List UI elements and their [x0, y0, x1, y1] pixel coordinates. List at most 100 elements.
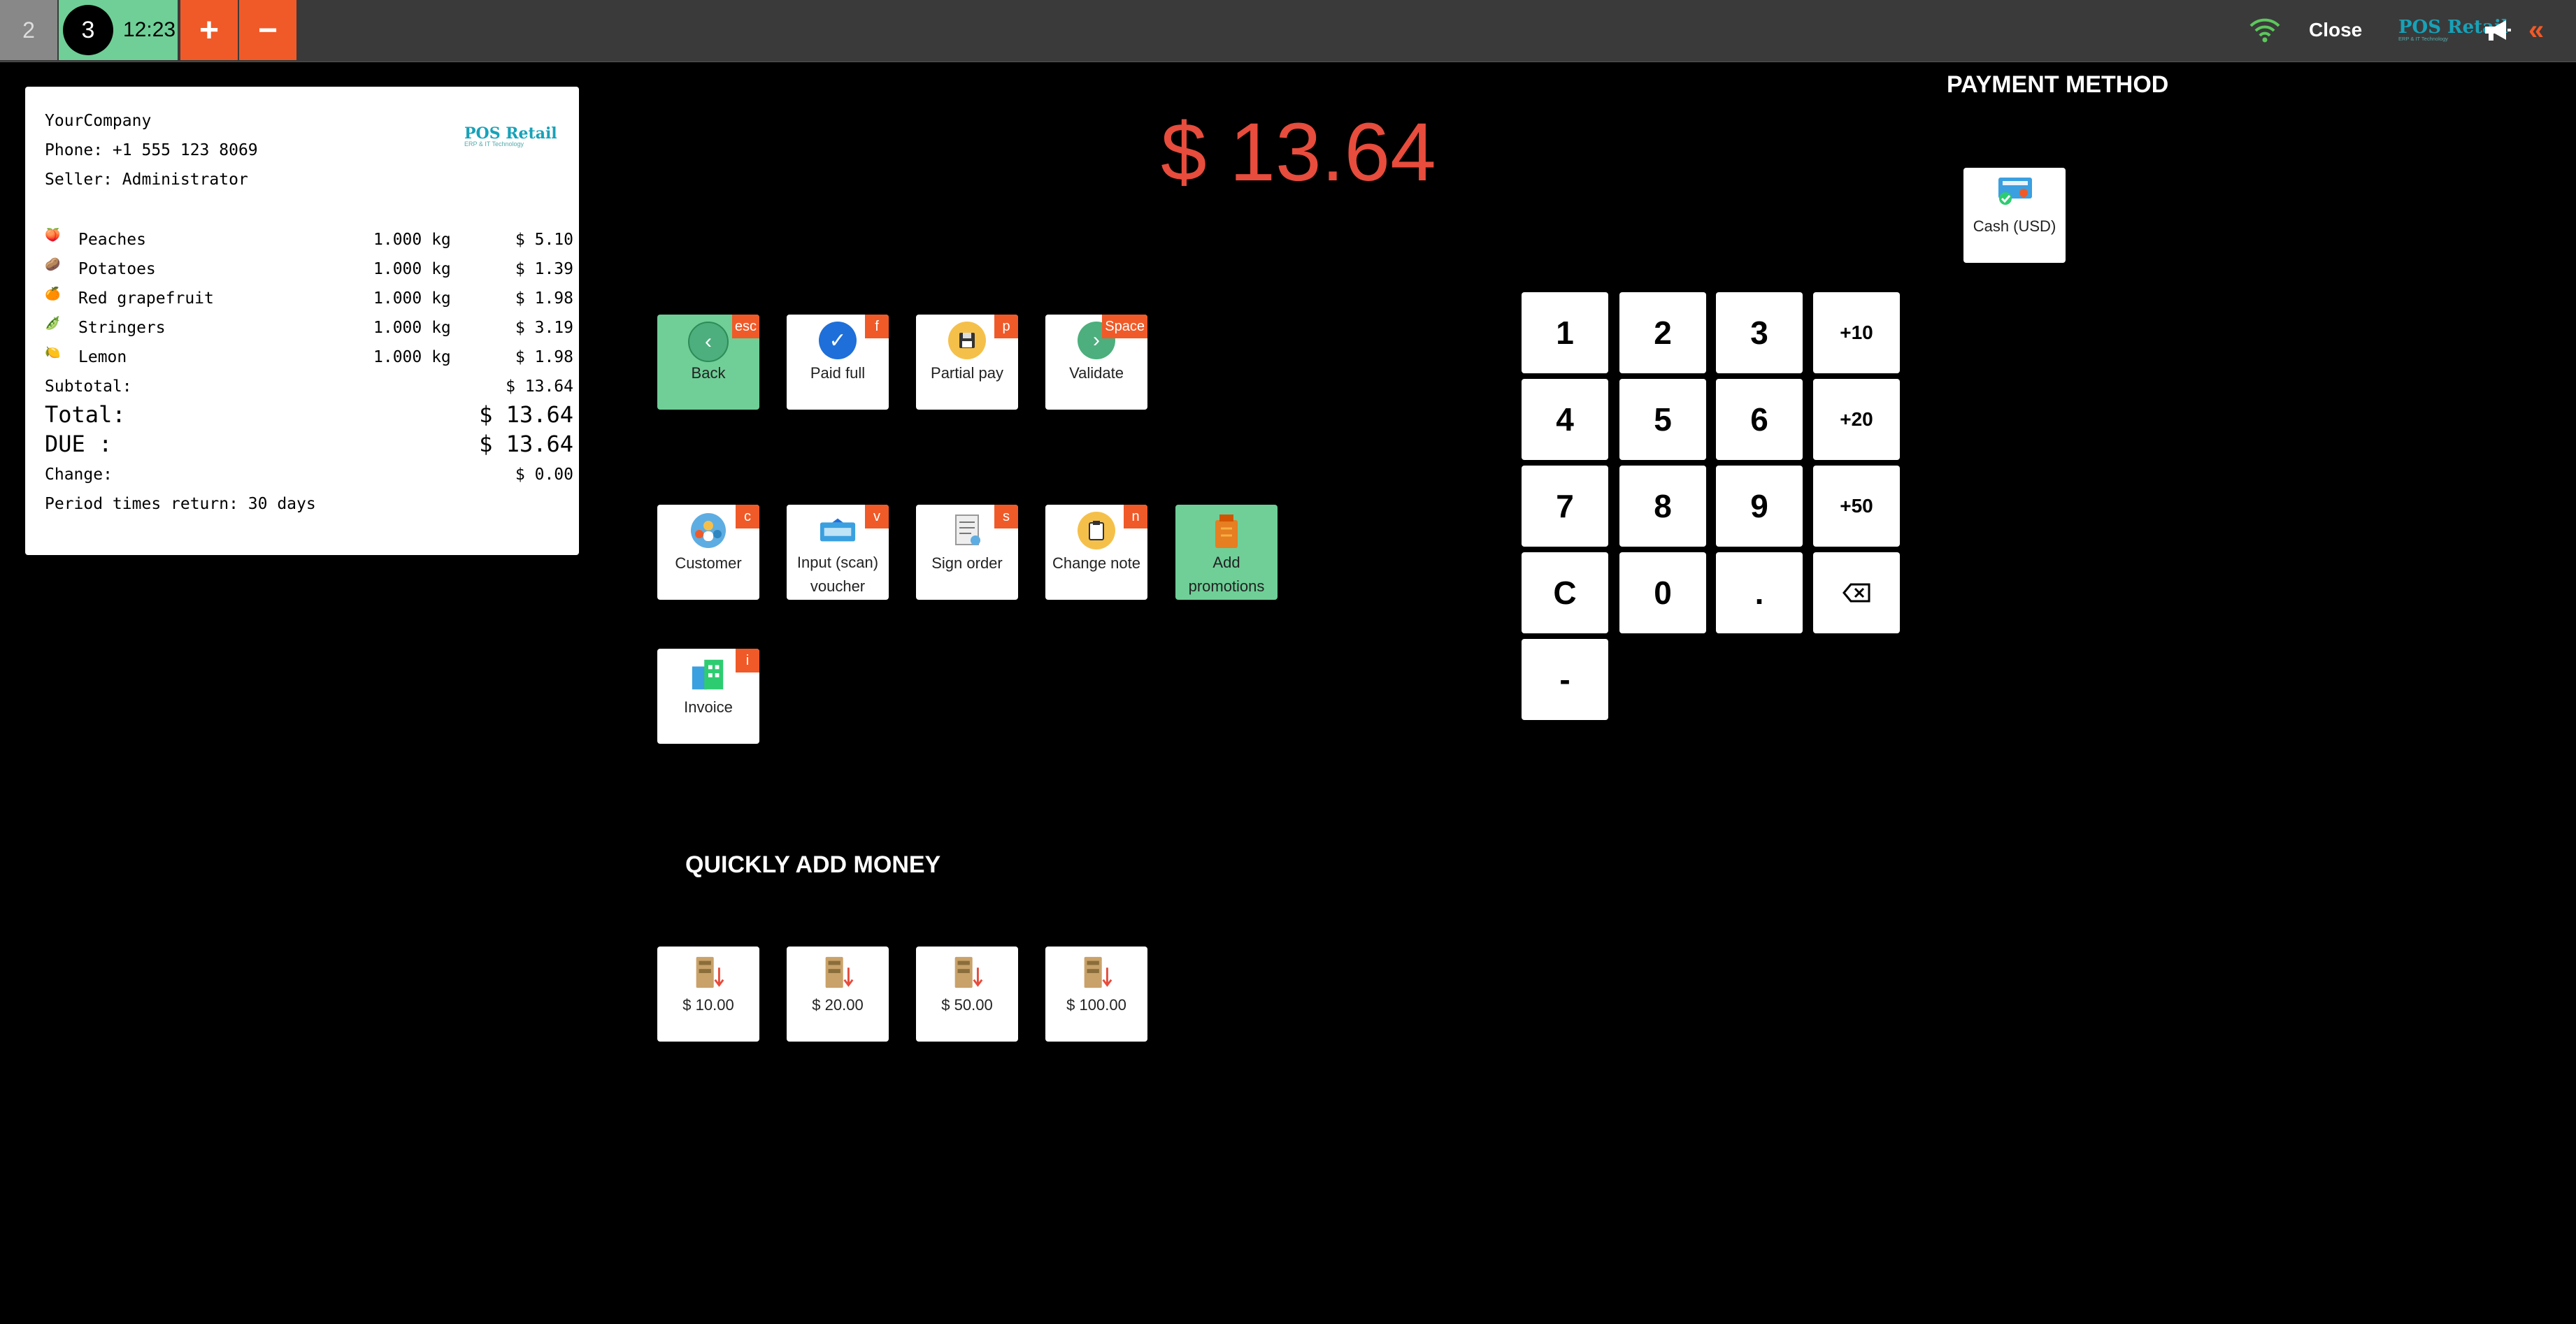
shortcut-badge: n — [1124, 505, 1147, 528]
payment-method-label: Cash (USD) — [1973, 217, 2056, 235]
invoice-icon — [689, 656, 727, 693]
receipt-item: 🍊 Red grapefruit 1.000 kg $ 1.98 — [45, 287, 573, 315]
numpad-key-8[interactable]: 8 — [1619, 466, 1706, 547]
remove-order-button[interactable]: − — [239, 0, 296, 60]
numpad-key-6[interactable]: 6 — [1716, 379, 1803, 460]
receipt-item: 🍋 Lemon 1.000 kg $ 1.98 — [45, 345, 573, 373]
numpad-key-1[interactable]: 1 — [1522, 292, 1608, 373]
sign-icon — [948, 512, 986, 549]
close-button[interactable]: Close — [2309, 0, 2362, 60]
numpad-key-7[interactable]: 7 — [1522, 466, 1608, 547]
item-price: $ 1.39 — [515, 260, 573, 278]
note-icon — [1078, 512, 1115, 549]
potato-icon: 🥔 — [45, 257, 61, 272]
wifi-icon — [2249, 0, 2281, 60]
money-icon — [948, 954, 986, 991]
item-name: Red grapefruit — [78, 289, 214, 308]
item-price: $ 1.98 — [515, 348, 573, 366]
validate-button[interactable]: › Validate Space — [1045, 315, 1147, 410]
sign-order-button[interactable]: Sign order s — [916, 505, 1018, 600]
money-icon — [689, 954, 727, 991]
numpad-key-plus10[interactable]: +10 — [1813, 292, 1900, 373]
input-voucher-button[interactable]: Input (scan) voucher v — [787, 505, 889, 600]
item-name: Lemon — [78, 348, 127, 366]
quick-money-10-button[interactable]: $ 10.00 — [657, 947, 759, 1042]
shortcut-badge: v — [865, 505, 889, 528]
item-price: $ 3.19 — [515, 319, 573, 337]
change-note-button[interactable]: Change note n — [1045, 505, 1147, 600]
payment-method-cash[interactable]: Cash (USD) — [1963, 168, 2066, 263]
order-number: 2 — [22, 17, 35, 43]
backspace-icon[interactable] — [1813, 552, 1900, 633]
receipt-item: 🍑 Peaches 1.000 kg $ 5.10 — [45, 228, 573, 256]
shortcut-badge: f — [865, 315, 889, 338]
change-value: $ 0.00 — [515, 466, 573, 484]
order-time: 12:23 — [123, 18, 176, 41]
numpad-key-9[interactable]: 9 — [1716, 466, 1803, 547]
quick-money-50-button[interactable]: $ 50.00 — [916, 947, 1018, 1042]
order-tab-3[interactable]: 3 12:23 — [59, 0, 178, 60]
shortcut-badge: s — [994, 505, 1018, 528]
customer-icon — [689, 512, 727, 549]
add-order-button[interactable]: + — [180, 0, 238, 60]
item-name: Peaches — [78, 231, 146, 249]
numpad-key-0[interactable]: 0 — [1619, 552, 1706, 633]
collapse-icon[interactable]: « — [2528, 0, 2544, 60]
item-qty: 1.000 kg — [373, 319, 451, 337]
order-number: 3 — [63, 5, 113, 55]
return-policy: Period times return: 30 days — [45, 495, 316, 513]
invoice-button[interactable]: Invoice i — [657, 649, 759, 744]
money-icon — [1078, 954, 1115, 991]
beans-icon: 🫛 — [45, 316, 61, 331]
numpad-key-clear[interactable]: C — [1522, 552, 1608, 633]
numpad-key-plus50[interactable]: +50 — [1813, 466, 1900, 547]
shortcut-badge: i — [736, 649, 759, 672]
item-name: Stringers — [78, 319, 166, 337]
receipt-logo: POS Retail ERP & IT Technology — [464, 124, 557, 147]
cash-register-icon — [1996, 175, 2035, 208]
voucher-icon — [819, 512, 857, 549]
quick-money-20-button[interactable]: $ 20.00 — [787, 947, 889, 1042]
company-name: YourCompany — [45, 112, 152, 130]
payment-method-title: PAYMENT METHOD — [1947, 71, 2169, 98]
shortcut-badge: esc — [731, 315, 759, 338]
numpad-key-3[interactable]: 3 — [1716, 292, 1803, 373]
lemon-icon: 🍋 — [45, 345, 61, 360]
total-value: $ 13.64 — [479, 401, 573, 428]
paid-full-button[interactable]: ✓ Paid full f — [787, 315, 889, 410]
money-icon — [819, 954, 857, 991]
item-qty: 1.000 kg — [373, 260, 451, 278]
numpad-key-plus20[interactable]: +20 — [1813, 379, 1900, 460]
numpad-key-5[interactable]: 5 — [1619, 379, 1706, 460]
back-button[interactable]: ‹ Back esc — [657, 315, 759, 410]
numpad-key-minus[interactable]: - — [1522, 639, 1608, 720]
item-qty: 1.000 kg — [373, 289, 451, 308]
quick-money-100-button[interactable]: $ 100.00 — [1045, 947, 1147, 1042]
check-icon: ✓ — [819, 322, 857, 359]
seller-name: Seller: Administrator — [45, 171, 248, 189]
shortcut-badge: Space — [1102, 315, 1147, 338]
top-bar: 2 3 12:23 + − Close POS Retail ERP & IT … — [0, 0, 2576, 62]
back-icon: ‹ — [688, 322, 729, 362]
shortcut-badge: p — [994, 315, 1018, 338]
receipt: YourCompany Phone: +1 555 123 8069 Selle… — [25, 87, 579, 555]
item-qty: 1.000 kg — [373, 348, 451, 366]
item-name: Potatoes — [78, 260, 156, 278]
peach-icon: 🍑 — [45, 228, 61, 243]
amount-due: $ 13.64 — [1161, 106, 1436, 199]
numpad-key-decimal[interactable]: . — [1716, 552, 1803, 633]
item-price: $ 5.10 — [515, 231, 573, 249]
numpad-key-2[interactable]: 2 — [1619, 292, 1706, 373]
subtotal-value: $ 13.64 — [506, 377, 573, 396]
quick-money-title: QUICKLY ADD MONEY — [685, 851, 941, 878]
megaphone-icon[interactable] — [2482, 0, 2512, 60]
due-value: $ 13.64 — [479, 431, 573, 457]
numpad-key-4[interactable]: 4 — [1522, 379, 1608, 460]
partial-pay-button[interactable]: Partial pay p — [916, 315, 1018, 410]
receipt-item: 🥔 Potatoes 1.000 kg $ 1.39 — [45, 257, 573, 285]
order-tab-2[interactable]: 2 — [0, 0, 57, 60]
customer-button[interactable]: Customer c — [657, 505, 759, 600]
add-promotions-button[interactable]: Add promotions — [1175, 505, 1278, 600]
promotion-icon — [1208, 512, 1245, 549]
grapefruit-icon: 🍊 — [45, 287, 61, 301]
